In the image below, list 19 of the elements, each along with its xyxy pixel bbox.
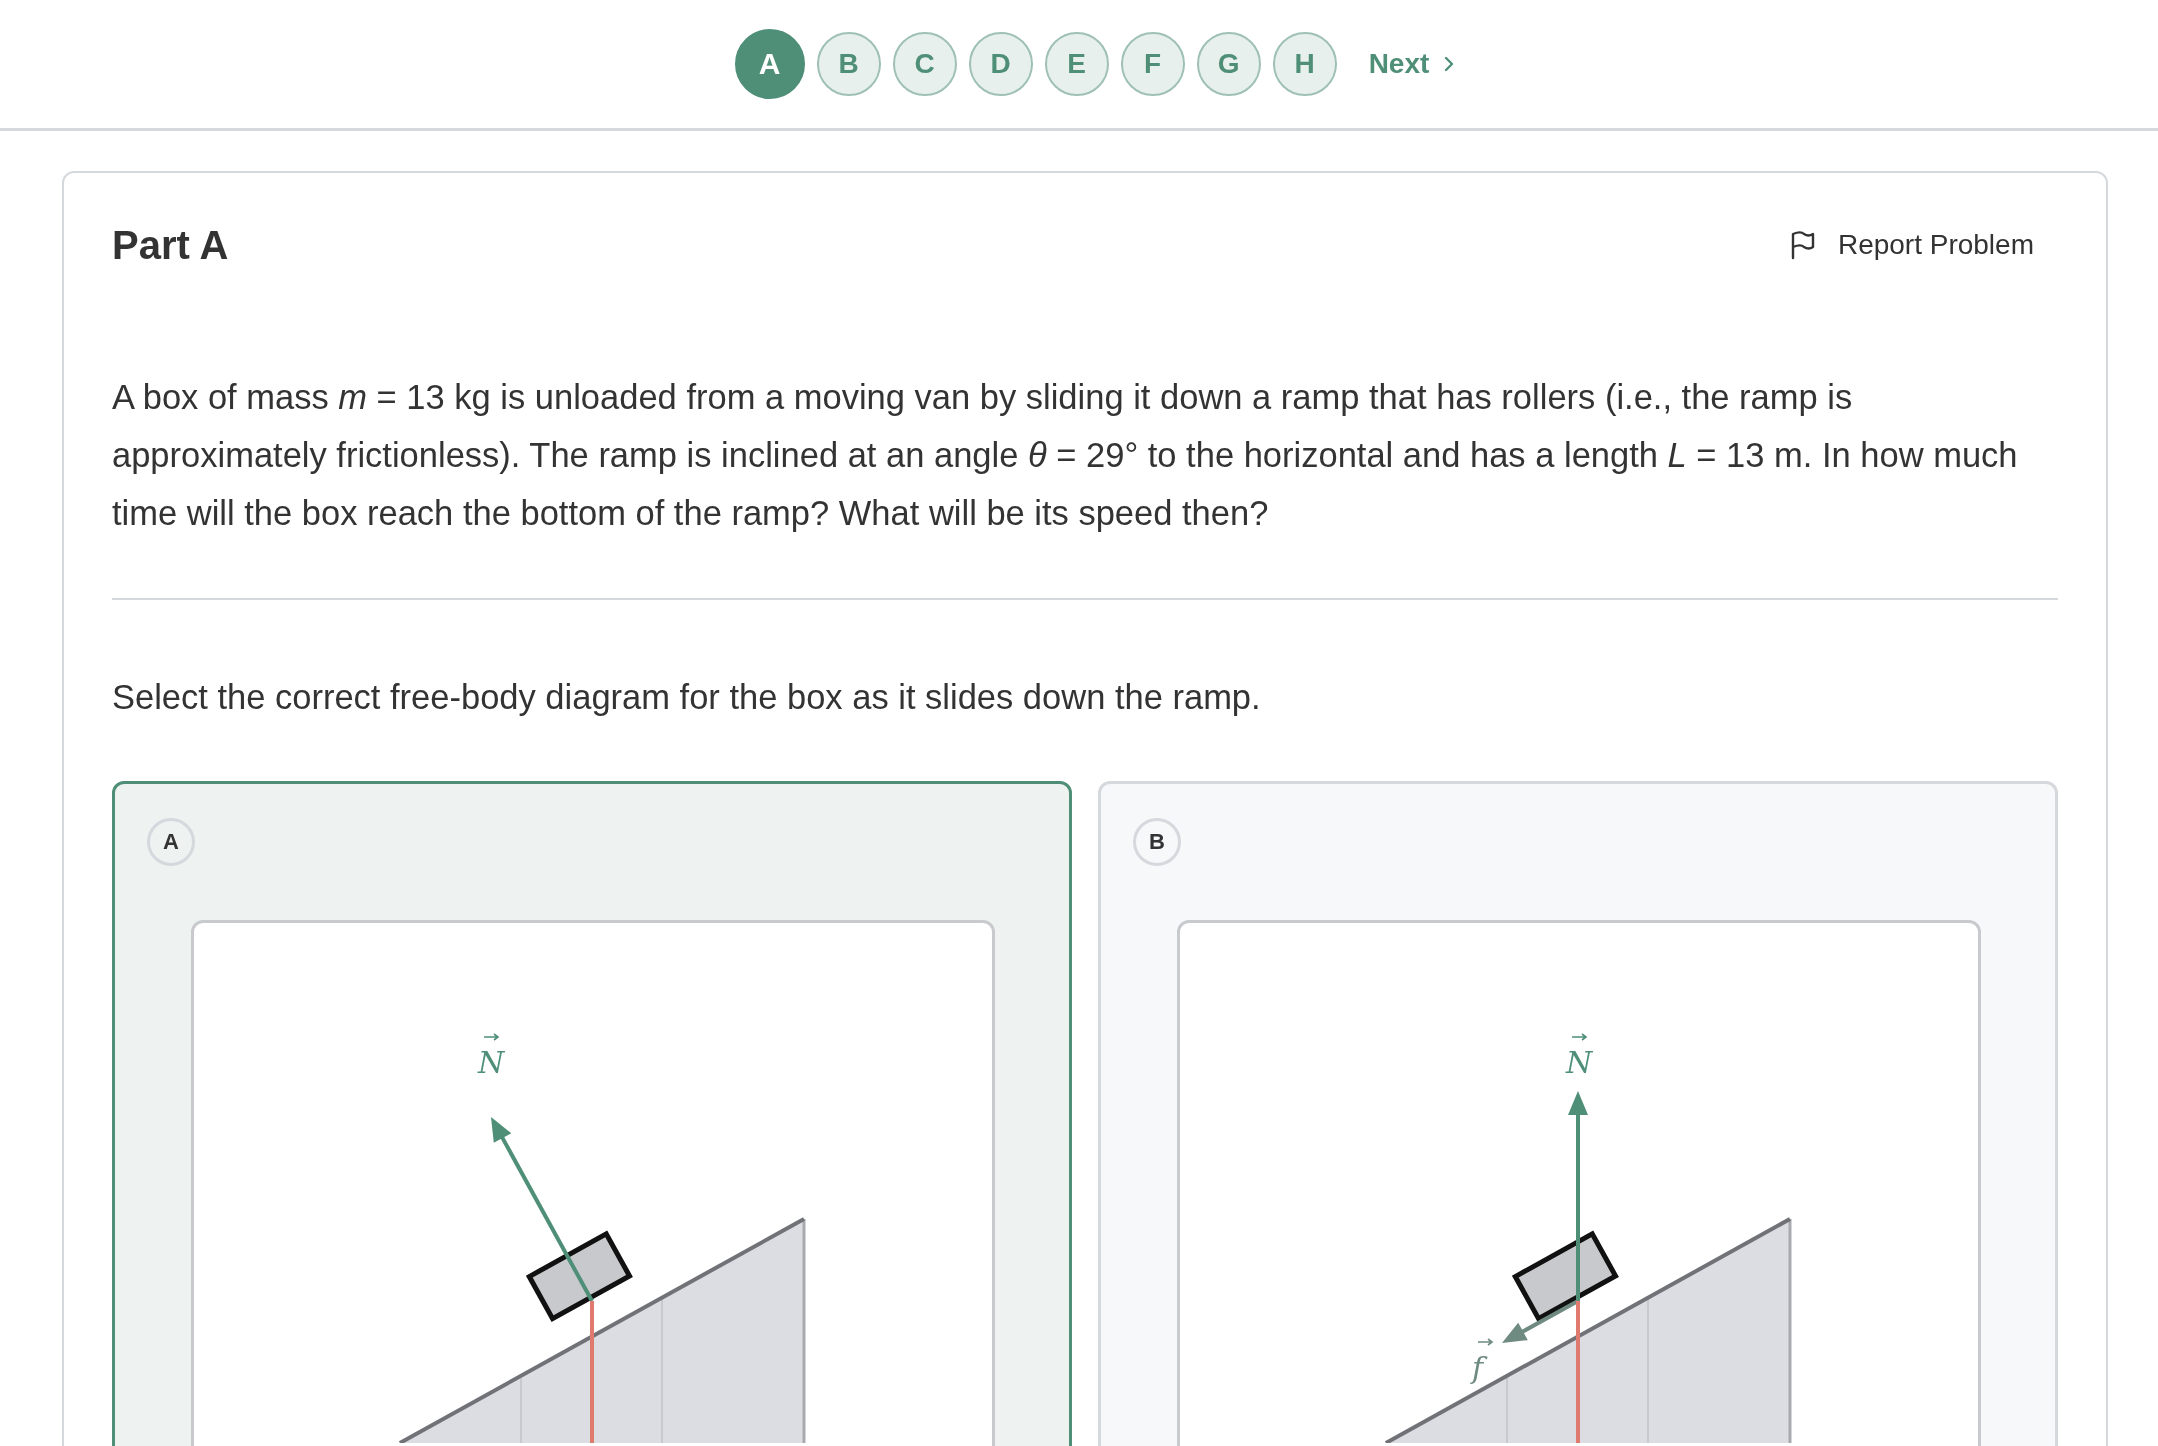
answer-option[interactable]: A N bbox=[112, 781, 1072, 1446]
part-tab[interactable]: E bbox=[1044, 32, 1109, 96]
problem-text: A box of mass m = 13 kg is unloaded from a moving van by sliding it down a ramp that has rollers (i.e., the ramp is approximately frictionless). The ramp is inclined at an angle θ = 29° to the horizontal and has a length L = 13 m. In how much time will the box reach the bottom of the ramp? What will be its speed then? bbox=[112, 377, 2019, 534]
answer-option[interactable]: B N f bbox=[1098, 781, 2058, 1446]
force-label: N bbox=[478, 1045, 505, 1080]
part-tab[interactable]: H bbox=[1272, 32, 1337, 96]
force-label: N bbox=[1566, 1045, 1593, 1080]
part-tab[interactable]: D bbox=[968, 32, 1033, 96]
part-tab[interactable]: A bbox=[734, 29, 805, 99]
part-title: Part A bbox=[112, 223, 229, 268]
next-button[interactable]: Next bbox=[1348, 48, 1464, 80]
question-prompt: Select the correct free-body diagram for the box as it slides down the ramp. bbox=[112, 678, 1262, 717]
part-tab[interactable]: F bbox=[1120, 32, 1185, 96]
part-tab[interactable]: G bbox=[1196, 32, 1261, 96]
report-problem-button[interactable]: Report Problem bbox=[1789, 229, 2034, 261]
option-letter: A bbox=[147, 818, 195, 866]
part-tab[interactable]: C bbox=[892, 32, 957, 96]
option-letter: B bbox=[1133, 818, 1181, 866]
part-tab[interactable]: B bbox=[816, 32, 881, 96]
